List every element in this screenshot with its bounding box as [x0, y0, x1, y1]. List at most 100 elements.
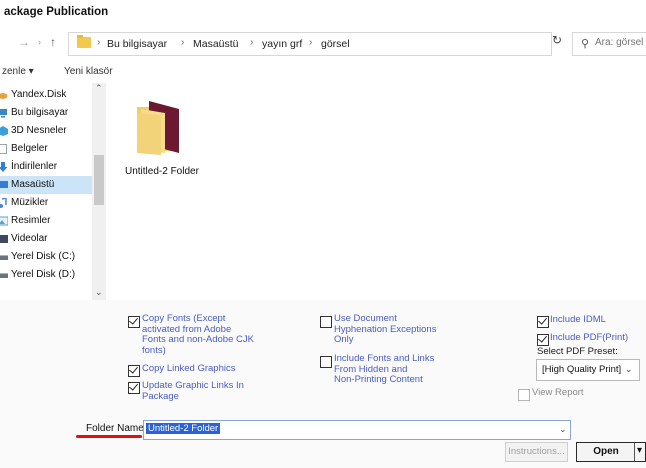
- forward-arrow-icon[interactable]: ›: [38, 37, 41, 47]
- hyphenation-line: Only: [334, 334, 354, 345]
- include-hidden-fonts-label: Include Fonts and Links From Hidden and …: [334, 353, 435, 386]
- pdf-preset-select[interactable]: [High Quality Print] ⌄: [536, 359, 640, 381]
- breadcrumb-item[interactable]: Bu bilgisayar: [107, 38, 167, 50]
- copy-fonts-checkbox[interactable]: [128, 316, 140, 328]
- window-title: ackage Publication: [4, 6, 109, 18]
- breadcrumb-item[interactable]: Masaüstü: [193, 38, 239, 50]
- pdf-preset-value: [High Quality Print]: [542, 364, 622, 375]
- sidebar-scrollbar[interactable]: ⌃ ⌄: [92, 83, 106, 300]
- open-button[interactable]: Open ▾: [576, 442, 646, 462]
- use-hyphenation-label: Use Document Hyphenation Exceptions Only: [334, 313, 436, 346]
- address-row: → › ↑ › Bu bilgisayar › Masaüstü › yayın…: [0, 26, 646, 60]
- sidebar-item[interactable]: Müzikler: [0, 194, 92, 212]
- hidden-fonts-line: Non-Printing Content: [334, 374, 423, 385]
- breadcrumb[interactable]: › Bu bilgisayar › Masaüstü › yayın grf ›…: [68, 32, 603, 56]
- chevron-right-icon: ›: [181, 37, 185, 48]
- sidebar-item-label: İndirilenler: [11, 161, 58, 172]
- sidebar-item[interactable]: İndirilenler: [0, 158, 92, 176]
- use-hyphenation-checkbox[interactable]: [320, 316, 332, 328]
- sidebar-item[interactable]: Yerel Disk (D:): [0, 266, 92, 284]
- update-graphic-links-checkbox[interactable]: [128, 382, 140, 394]
- sidebar-item-label: Masaüstü: [11, 179, 55, 190]
- organize-menu[interactable]: zenle ▾: [2, 66, 34, 77]
- chevron-right-icon: ›: [309, 37, 313, 48]
- instructions-button[interactable]: Instructions...: [505, 442, 568, 462]
- scroll-down-icon[interactable]: ⌄: [95, 287, 103, 298]
- search-input[interactable]: [595, 37, 646, 48]
- breadcrumb-item[interactable]: görsel: [321, 38, 350, 50]
- search-box[interactable]: ⚲: [572, 32, 646, 56]
- sidebar-item-label: Yandex.Disk: [11, 89, 67, 100]
- cloud-icon: [0, 90, 8, 100]
- annotation-underline: [76, 435, 142, 438]
- desktop-icon: [0, 180, 8, 190]
- chevron-right-icon: ›: [97, 37, 101, 48]
- search-icon: ⚲: [581, 38, 590, 50]
- update-graphic-links-label: Update Graphic Links In Package: [142, 380, 244, 402]
- folder-name-value: Untitled-2 Folder: [146, 423, 221, 434]
- sidebar-item[interactable]: Belgeler: [0, 140, 92, 158]
- copy-fonts-line: Copy Fonts (Except: [142, 313, 226, 324]
- hyphenation-line: Use Document: [334, 313, 397, 324]
- sidebar-item-label: Müzikler: [11, 197, 49, 208]
- sidebar-item[interactable]: Yerel Disk (C:): [0, 248, 92, 266]
- copy-linked-graphics-label: Copy Linked Graphics: [142, 363, 236, 374]
- chevron-down-icon: ⌄: [625, 364, 633, 374]
- document-icon: [0, 144, 8, 154]
- include-idml-label: Include IDML: [550, 314, 606, 325]
- hidden-fonts-line: Include Fonts and Links: [334, 353, 435, 364]
- music-icon: [0, 197, 8, 208]
- sidebar-item[interactable]: Masaüstü: [0, 176, 92, 194]
- sidebar-item[interactable]: Yandex.Disk: [0, 86, 92, 104]
- include-pdf-label: Include PDF(Print): [550, 332, 629, 343]
- computer-icon: [0, 108, 8, 118]
- sidebar-item[interactable]: Resimler: [0, 212, 92, 230]
- scroll-thumb[interactable]: [94, 155, 104, 205]
- include-idml-checkbox[interactable]: [537, 316, 549, 328]
- copy-fonts-line: fonts): [142, 344, 166, 356]
- sidebar-item-label: Resimler: [11, 215, 51, 226]
- cube-icon: [0, 126, 8, 136]
- open-button-label: Open: [593, 446, 619, 457]
- drive-icon: [0, 270, 8, 280]
- view-report-label: View Report: [532, 387, 584, 398]
- folder-name-input[interactable]: Untitled-2 Folder ⌄: [143, 420, 571, 440]
- chevron-right-icon: ›: [250, 37, 254, 48]
- scroll-up-icon[interactable]: ⌃: [95, 83, 103, 94]
- folder-name-label: Folder Name: [86, 423, 144, 434]
- picture-icon: [0, 216, 9, 226]
- back-arrow-icon[interactable]: →: [18, 35, 30, 49]
- sidebar-item[interactable]: Videolar: [0, 230, 92, 248]
- copy-fonts-label: Copy Fonts (Except activated from Adobe …: [142, 313, 254, 356]
- pdf-preset-label: Select PDF Preset:: [537, 346, 618, 357]
- copy-fonts-line: Fonts and non-Adobe CJK: [142, 334, 254, 345]
- sidebar-item-label: Yerel Disk (C:): [11, 251, 76, 262]
- update-links-line: Update Graphic Links In: [142, 380, 244, 391]
- file-list: Untitled-2 Folder: [108, 83, 646, 300]
- chevron-down-icon[interactable]: ⌄: [559, 424, 567, 435]
- caret-down-icon[interactable]: ▾: [637, 445, 642, 456]
- video-icon: [0, 234, 8, 244]
- sidebar-item[interactable]: Bu bilgisayar: [0, 104, 92, 122]
- title-bar: ackage Publication: [0, 0, 646, 24]
- breadcrumb-item[interactable]: yayın grf: [262, 38, 302, 50]
- new-folder-button[interactable]: Yeni klasör: [64, 66, 113, 77]
- copy-linked-graphics-checkbox[interactable]: [128, 365, 140, 377]
- include-pdf-checkbox[interactable]: [537, 334, 549, 346]
- sidebar-item-label: Bu bilgisayar: [11, 107, 69, 118]
- sidebar-item-label: Yerel Disk (D:): [11, 269, 76, 280]
- view-report-checkbox[interactable]: [518, 389, 530, 401]
- sidebar-item[interactable]: 3D Nesneler: [0, 122, 92, 140]
- include-hidden-fonts-checkbox[interactable]: [320, 356, 332, 368]
- sidebar-item-label: Videolar: [11, 233, 48, 244]
- folder-icon: [77, 35, 91, 48]
- drive-icon: [0, 252, 8, 262]
- up-arrow-icon[interactable]: ↑: [50, 35, 56, 49]
- folder-item[interactable]: [135, 97, 183, 155]
- instructions-button-label: Instructions...: [508, 446, 565, 457]
- refresh-icon[interactable]: ↻: [552, 33, 562, 47]
- sidebar-item-label: 3D Nesneler: [11, 125, 67, 136]
- download-icon: [0, 162, 8, 172]
- sidebar-item-label: Belgeler: [11, 143, 48, 154]
- split-divider: [634, 443, 635, 461]
